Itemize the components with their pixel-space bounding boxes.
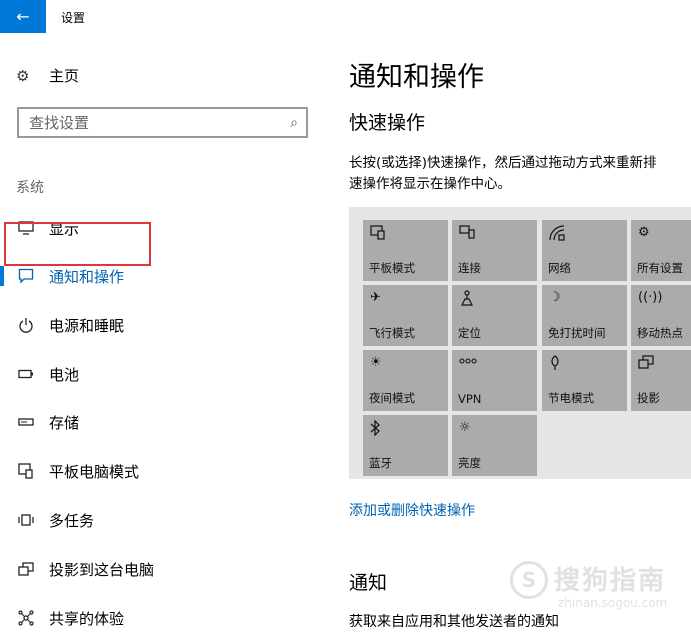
tile-quiet-hours[interactable]: ☽ 免打扰时间 [542, 285, 627, 346]
sidebar-item-label: 投影到这台电脑 [49, 560, 155, 579]
battery-icon [17, 365, 35, 383]
vpn-icon [459, 355, 477, 370]
description-line: 长按(或选择)快速操作，然后通过拖动方式来重新排 [349, 155, 657, 171]
title-bar: ← 设置 [0, 0, 691, 33]
tile-connect[interactable]: 连接 [452, 220, 537, 281]
sidebar-item-power[interactable]: 电源和睡眠 [0, 307, 330, 343]
sidebar-item-storage[interactable]: 存储 [0, 404, 330, 440]
location-icon [459, 290, 475, 310]
storage-icon [17, 413, 35, 431]
add-remove-quick-actions-link[interactable]: 添加或删除快速操作 [349, 500, 475, 520]
main-content: 通知和操作 快速操作 长按(或选择)快速操作，然后通过拖动方式来重新排 速操作将… [330, 33, 691, 643]
quick-actions-panel: 平板模式 连接 网络 ⚙ 所有设置 ✈ 飞行模式 定位 ☽ 免打扰时间 ((·)… [349, 207, 691, 479]
tile-label: 移动热点 [637, 326, 683, 340]
sidebar-item-tablet-mode[interactable]: 平板电脑模式 [0, 453, 330, 489]
tile-label: 网络 [548, 261, 571, 275]
tile-label: 飞行模式 [369, 326, 415, 340]
sidebar: ⚙ 主页 查找设置 ⌕ 系统 显示 通知和操作 电源和睡眠 电池 存储 平板电脑… [0, 33, 330, 643]
sidebar-item-multitasking[interactable]: 多任务 [0, 502, 330, 538]
brightness-icon: ☼ [459, 420, 471, 435]
arrow-left-icon: ← [16, 7, 30, 26]
highlight-annotation [4, 222, 151, 266]
sidebar-item-label: 电源和睡眠 [49, 316, 125, 335]
window-title: 设置 [61, 11, 86, 25]
power-icon [17, 316, 35, 334]
airplane-icon: ✈ [370, 290, 381, 305]
tile-mobile-hotspot[interactable]: ((·)) 移动热点 [631, 285, 691, 346]
sidebar-item-project[interactable]: 投影到这台电脑 [0, 551, 330, 587]
tile-night-light[interactable]: ☀ 夜间模式 [363, 350, 448, 411]
project-icon [17, 560, 35, 578]
tile-all-settings[interactable]: ⚙ 所有设置 [631, 220, 691, 281]
tile-label: 所有设置 [637, 261, 683, 275]
tile-label: VPN [458, 392, 482, 406]
moon-icon: ☽ [549, 290, 561, 305]
notifications-description: 获取来自应用和其他发送者的通知 [349, 614, 559, 630]
tile-label: 免打扰时间 [548, 326, 606, 340]
tile-label: 投影 [637, 391, 660, 405]
notifications-title: 通知 [349, 572, 388, 594]
sidebar-item-label: 多任务 [49, 511, 95, 530]
message-icon [17, 267, 35, 285]
connect-icon [459, 225, 475, 243]
home-label: 主页 [49, 67, 80, 85]
tablet-mode-icon [370, 225, 386, 244]
tile-location[interactable]: 定位 [452, 285, 537, 346]
multitask-icon [17, 511, 35, 529]
sidebar-item-label: 电池 [49, 365, 80, 384]
tile-battery-saver[interactable]: 节电模式 [542, 350, 627, 411]
gear-icon: ⚙ [16, 66, 30, 85]
share-icon [17, 609, 35, 627]
tile-project[interactable]: 投影 [631, 350, 691, 411]
home-link[interactable]: ⚙ 主页 [16, 65, 79, 86]
tile-label: 夜间模式 [369, 391, 415, 405]
tablet-icon [17, 462, 35, 480]
search-icon[interactable]: ⌕ [290, 115, 298, 131]
quick-actions-description: 长按(或选择)快速操作，然后通过拖动方式来重新排 速操作将显示在操作中心。 [349, 153, 691, 195]
page-title: 通知和操作 [349, 62, 484, 93]
project-icon [638, 355, 654, 373]
tile-label: 蓝牙 [369, 456, 392, 470]
quick-actions-title: 快速操作 [349, 112, 426, 134]
description-line: 速操作将显示在操作中心。 [349, 176, 511, 192]
tile-label: 连接 [458, 261, 481, 275]
sidebar-item-label: 平板电脑模式 [49, 462, 140, 481]
search-box[interactable]: 查找设置 ⌕ [17, 107, 308, 138]
night-light-icon: ☀ [370, 355, 382, 370]
tile-label: 节电模式 [548, 391, 594, 405]
search-input[interactable]: 查找设置 [29, 112, 290, 133]
network-icon [549, 225, 565, 245]
sidebar-item-label: 存储 [49, 413, 80, 432]
active-indicator [0, 266, 4, 286]
tile-airplane-mode[interactable]: ✈ 飞行模式 [363, 285, 448, 346]
tile-vpn[interactable]: VPN [452, 350, 537, 411]
tile-label: 平板模式 [369, 261, 415, 275]
back-button[interactable]: ← [0, 0, 46, 33]
tile-tablet-mode[interactable]: 平板模式 [363, 220, 448, 281]
sidebar-item-label: 共享的体验 [49, 609, 125, 628]
battery-saver-icon [549, 355, 561, 375]
tile-network[interactable]: 网络 [542, 220, 627, 281]
gear-icon: ⚙ [638, 225, 650, 240]
section-label: 系统 [16, 180, 44, 196]
tile-label: 亮度 [458, 456, 481, 470]
tile-bluetooth[interactable]: 蓝牙 [363, 415, 448, 476]
hotspot-icon: ((·)) [638, 290, 663, 305]
sidebar-item-shared-experiences[interactable]: 共享的体验 [0, 600, 330, 636]
tile-brightness[interactable]: ☼ 亮度 [452, 415, 537, 476]
bluetooth-icon [370, 419, 380, 440]
sidebar-item-label: 通知和操作 [49, 267, 125, 286]
sidebar-item-battery[interactable]: 电池 [0, 356, 330, 392]
tile-label: 定位 [458, 326, 481, 340]
